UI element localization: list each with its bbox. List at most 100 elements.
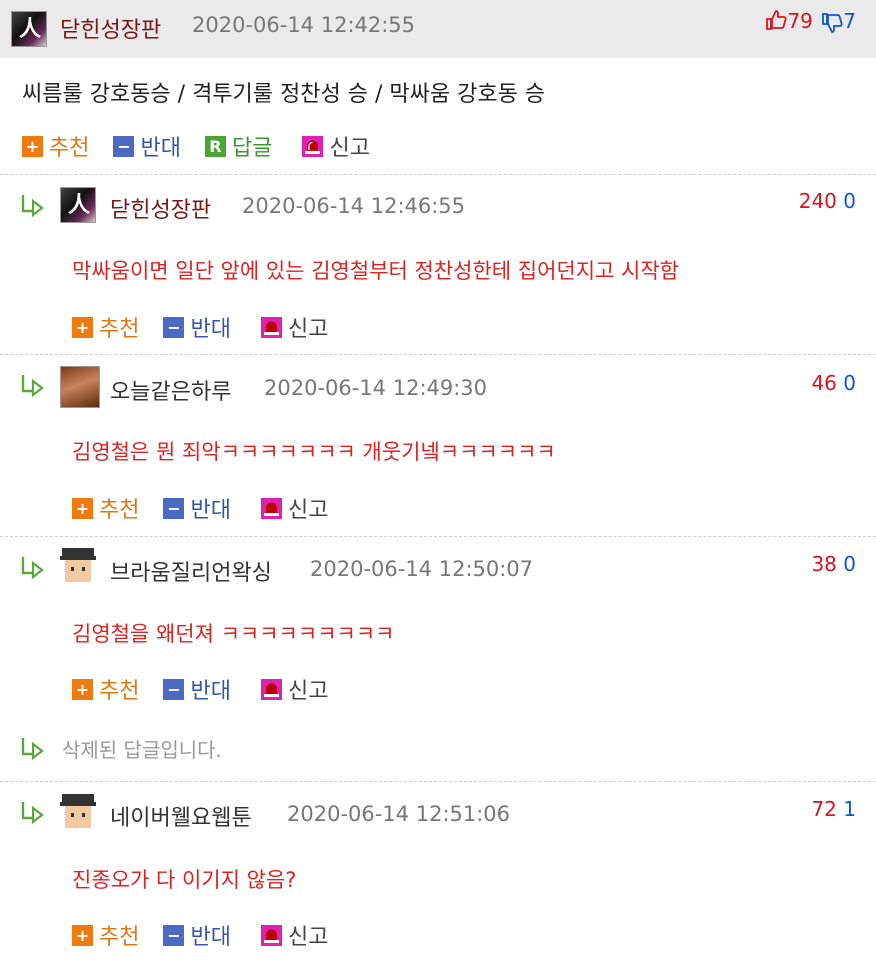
oppose-label: 반대 xyxy=(190,498,231,523)
report-label: 신고 xyxy=(287,498,329,523)
report-label: 신고 xyxy=(287,679,329,704)
post-down-count: 7 xyxy=(843,9,856,33)
oppose-button[interactable]: − 반대 xyxy=(163,311,231,343)
oppose-label: 반대 xyxy=(190,925,231,950)
plus-icon: + xyxy=(72,678,93,700)
minus-icon: − xyxy=(113,135,135,157)
post-votes: 79 7 xyxy=(765,9,856,34)
comment-text: 김영철은 뭔 죄악ㅋㅋㅋㅋㅋㅋㅋ 개웃기넼ㅋㅋㅋㅋㅋㅋ xyxy=(72,440,556,464)
minus-icon: − xyxy=(163,497,185,519)
report-button[interactable]: 신고 xyxy=(302,130,370,162)
deleted-comment: 삭제된 답글입니다. xyxy=(62,738,222,762)
reply-arrow-icon xyxy=(21,195,44,217)
comment-votes: 72 1 xyxy=(811,797,856,821)
comment-actions: + 추천 − 반대 신고 xyxy=(72,673,352,705)
avatar[interactable]: 人흰 xyxy=(60,187,96,223)
comment-text: 막싸움이면 일단 앞에 있는 김영철부터 정찬성한테 집어던지고 시작함 xyxy=(72,259,680,283)
plus-icon: + xyxy=(72,316,93,338)
comment-timestamp: 2020-06-14 12:46:55 xyxy=(242,194,466,218)
report-button[interactable]: 신고 xyxy=(260,919,329,951)
recommend-label: 추천 xyxy=(99,317,140,342)
reply-button[interactable]: R 답글 xyxy=(204,130,273,162)
comment-down-count: 0 xyxy=(843,371,856,395)
minus-icon: − xyxy=(163,924,185,946)
siren-icon xyxy=(302,135,324,157)
post-timestamp: 2020-06-14 12:42:55 xyxy=(192,13,416,37)
comment-timestamp: 2020-06-14 12:50:07 xyxy=(310,557,534,581)
report-label: 신고 xyxy=(287,317,329,342)
siren-icon xyxy=(260,316,282,338)
comment-up-count: 240 xyxy=(798,189,837,213)
comment-author[interactable]: 네이버웰요웹툰 xyxy=(110,800,252,832)
comment-votes: 38 0 xyxy=(811,552,856,576)
comment-votes: 46 0 xyxy=(811,371,856,395)
avatar[interactable] xyxy=(60,366,100,408)
comment-author[interactable]: 오늘같은하루 xyxy=(110,374,231,406)
report-button[interactable]: 신고 xyxy=(260,492,329,524)
post-header: 人흰 닫힌성장판 2020-06-14 12:42:55 79 7 xyxy=(0,0,876,58)
recommend-button[interactable]: + 추천 xyxy=(72,311,139,343)
oppose-button[interactable]: − 반대 xyxy=(163,919,231,951)
reply-arrow-icon xyxy=(21,738,44,760)
reply-arrow-icon xyxy=(21,375,44,397)
plus-icon: + xyxy=(72,497,93,519)
reply-label: 답글 xyxy=(231,136,273,161)
comment-up-count: 38 xyxy=(811,552,837,576)
comment-actions: + 추천 − 반대 신고 xyxy=(72,492,352,524)
recommend-button[interactable]: + 추천 xyxy=(72,919,139,951)
comment-votes: 240 0 xyxy=(799,189,856,213)
post-author[interactable]: 닫힌성장판 xyxy=(60,12,161,44)
recommend-label: 추천 xyxy=(99,498,140,523)
minus-icon: − xyxy=(163,678,185,700)
recommend-button[interactable]: + 추천 xyxy=(72,673,139,705)
recommend-button[interactable]: + 추천 xyxy=(72,492,139,524)
divider xyxy=(0,781,876,782)
avatar[interactable] xyxy=(60,794,96,830)
comment-down-count: 1 xyxy=(843,797,856,821)
plus-icon: + xyxy=(22,135,43,157)
oppose-button[interactable]: − 반대 xyxy=(113,130,181,162)
oppose-label: 반대 xyxy=(190,317,231,342)
reply-r-icon: R xyxy=(204,135,226,157)
oppose-label: 반대 xyxy=(190,679,231,704)
reply-arrow-icon xyxy=(21,557,44,579)
comment-up-count: 72 xyxy=(811,797,837,821)
comment-timestamp: 2020-06-14 12:49:30 xyxy=(264,376,488,400)
comment-actions: + 추천 − 반대 신고 xyxy=(72,919,352,951)
siren-icon xyxy=(260,497,282,519)
divider xyxy=(0,354,876,355)
post-title: 씨름룰 강호동승 / 격투기룰 정찬성 승 / 막싸움 강호동 승 xyxy=(22,82,546,107)
comment-actions: + 추천 − 반대 신고 xyxy=(72,311,352,343)
comment-text: 김영철을 왜던져 ㅋㅋㅋㅋㅋㅋㅋㅋㅋ xyxy=(72,622,395,646)
siren-icon xyxy=(260,924,282,946)
avatar[interactable]: 人흰 xyxy=(11,11,47,47)
comment-author[interactable]: 브라움질리언왁싱 xyxy=(110,555,272,587)
thumbs-up-icon xyxy=(766,10,788,30)
oppose-button[interactable]: − 반대 xyxy=(163,673,231,705)
thumbs-down-icon xyxy=(822,13,843,33)
siren-icon xyxy=(260,678,282,700)
comment-up-count: 46 xyxy=(811,371,837,395)
oppose-label: 반대 xyxy=(140,136,181,161)
report-button[interactable]: 신고 xyxy=(260,673,329,705)
reply-arrow-icon xyxy=(21,802,44,824)
recommend-label: 추천 xyxy=(99,925,140,950)
report-label: 신고 xyxy=(329,136,370,161)
plus-icon: + xyxy=(72,924,93,946)
divider xyxy=(0,536,876,537)
comment-down-count: 0 xyxy=(843,189,856,213)
recommend-button[interactable]: + 추천 xyxy=(22,130,89,162)
avatar[interactable] xyxy=(60,548,96,584)
comment-timestamp: 2020-06-14 12:51:06 xyxy=(287,802,511,826)
post-actions: + 추천 − 반대 R 답글 신고 xyxy=(22,130,394,162)
comment-down-count: 0 xyxy=(843,552,856,576)
report-label: 신고 xyxy=(287,925,329,950)
post-up-count: 79 xyxy=(787,9,813,33)
oppose-button[interactable]: − 반대 xyxy=(163,492,231,524)
divider xyxy=(0,174,876,175)
comment-author[interactable]: 닫힌성장판 xyxy=(110,192,211,224)
report-button[interactable]: 신고 xyxy=(260,311,329,343)
minus-icon: − xyxy=(163,316,185,338)
recommend-label: 추천 xyxy=(49,136,90,161)
comment-text: 진종오가 다 이기지 않음? xyxy=(72,868,297,892)
